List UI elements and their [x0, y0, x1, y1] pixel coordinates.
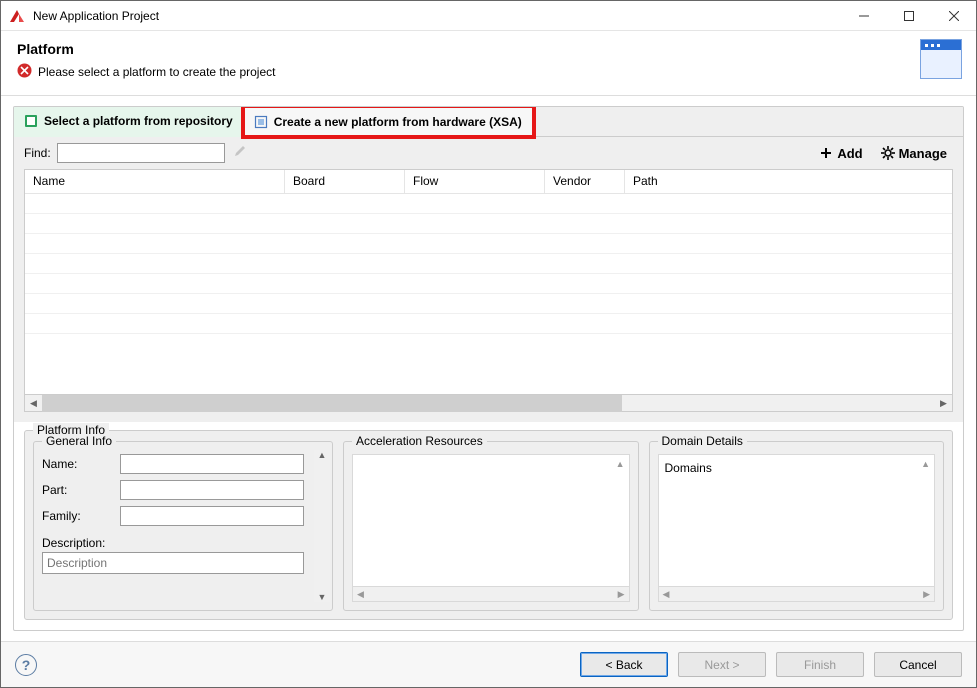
domain-details-panel[interactable]: Domains ▲ [658, 454, 936, 587]
app-icon [9, 8, 25, 24]
table-row[interactable] [25, 274, 952, 294]
wizard-footer: ? < Back Next > Finish Cancel [1, 641, 976, 687]
cancel-button[interactable]: Cancel [874, 652, 962, 677]
help-button[interactable]: ? [15, 654, 37, 676]
minimize-button[interactable] [841, 1, 886, 30]
domain-details-group: Domain Details Domains ▲ ◀▶ [649, 441, 945, 611]
col-flow[interactable]: Flow [405, 170, 545, 193]
platforms-table[interactable]: Name Board Flow Vendor Path [24, 169, 953, 395]
add-label: Add [837, 146, 862, 161]
col-name[interactable]: Name [25, 170, 285, 193]
wizard-header: Platform Please select a platform to cre… [1, 31, 976, 96]
platform-info-group: Platform Info General Info Name: Part: [24, 430, 953, 620]
scroll-right-icon[interactable]: ▶ [935, 395, 952, 412]
close-button[interactable] [931, 1, 976, 30]
general-info-vertical-scrollbar[interactable]: ▲ ▼ [314, 450, 330, 602]
col-board[interactable]: Board [285, 170, 405, 193]
table-row[interactable] [25, 294, 952, 314]
next-button[interactable]: Next > [678, 652, 766, 677]
edit-filter-icon[interactable] [233, 144, 247, 163]
find-label: Find: [24, 146, 51, 160]
family-label: Family: [42, 509, 112, 523]
find-input[interactable] [57, 143, 225, 163]
tab-xsa-label: Create a new platform from hardware (XSA… [274, 115, 522, 129]
tab-select-from-repository[interactable]: Select a platform from repository [14, 107, 244, 137]
name-label: Name: [42, 457, 112, 471]
general-info-legend: General Info [42, 434, 116, 448]
part-label: Part: [42, 483, 112, 497]
col-path[interactable]: Path [625, 170, 952, 193]
domains-label: Domains [665, 461, 712, 475]
window-title: New Application Project [33, 9, 841, 23]
table-row[interactable] [25, 214, 952, 234]
maximize-button[interactable] [886, 1, 931, 30]
add-button[interactable]: Add [813, 144, 868, 163]
scroll-left-icon[interactable]: ◀ [25, 395, 42, 412]
domain-horizontal-scrollbar[interactable]: ◀▶ [658, 587, 936, 602]
scroll-up-icon[interactable]: ▲ [318, 450, 327, 460]
acceleration-resources-panel[interactable]: ▲ [352, 454, 630, 587]
error-icon [17, 63, 32, 81]
scroll-up-icon[interactable]: ▲ [616, 459, 625, 469]
general-info-group: General Info Name: Part: Famil [33, 441, 333, 611]
table-row[interactable] [25, 314, 952, 334]
scroll-right-icon[interactable]: ▶ [919, 589, 934, 600]
finish-button[interactable]: Finish [776, 652, 864, 677]
table-header: Name Board Flow Vendor Path [25, 170, 952, 194]
accel-horizontal-scrollbar[interactable]: ◀▶ [352, 587, 630, 602]
acceleration-resources-legend: Acceleration Resources [352, 434, 487, 448]
header-message: Please select a platform to create the p… [38, 65, 275, 79]
acceleration-resources-group: Acceleration Resources ▲ ◀▶ [343, 441, 639, 611]
table-body[interactable] [25, 194, 952, 394]
family-field[interactable] [120, 506, 304, 526]
table-row[interactable] [25, 234, 952, 254]
table-row[interactable] [25, 194, 952, 214]
part-field[interactable] [120, 480, 304, 500]
scroll-down-icon[interactable]: ▼ [318, 592, 327, 602]
scroll-up-icon[interactable]: ▲ [921, 459, 930, 469]
page-title: Platform [17, 41, 960, 57]
manage-label: Manage [899, 146, 947, 161]
name-field[interactable] [120, 454, 304, 474]
back-button[interactable]: < Back [580, 652, 668, 677]
description-field[interactable] [42, 552, 304, 574]
manage-button[interactable]: Manage [875, 144, 953, 163]
scroll-left-icon[interactable]: ◀ [353, 589, 368, 600]
table-row[interactable] [25, 254, 952, 274]
scroll-left-icon[interactable]: ◀ [659, 589, 674, 600]
title-bar: New Application Project [1, 1, 976, 31]
domain-details-legend: Domain Details [658, 434, 747, 448]
repository-icon [24, 114, 38, 128]
tab-create-from-xsa[interactable]: Create a new platform from hardware (XSA… [244, 107, 533, 136]
description-label: Description: [42, 536, 304, 550]
wizard-banner-icon [920, 39, 962, 79]
col-vendor[interactable]: Vendor [545, 170, 625, 193]
scroll-right-icon[interactable]: ▶ [614, 589, 629, 600]
hardware-icon [254, 115, 268, 129]
tab-repo-label: Select a platform from repository [44, 114, 233, 128]
table-horizontal-scrollbar[interactable]: ◀ ▶ [24, 395, 953, 412]
platform-source-tabs: Select a platform from repository Create… [14, 107, 963, 137]
